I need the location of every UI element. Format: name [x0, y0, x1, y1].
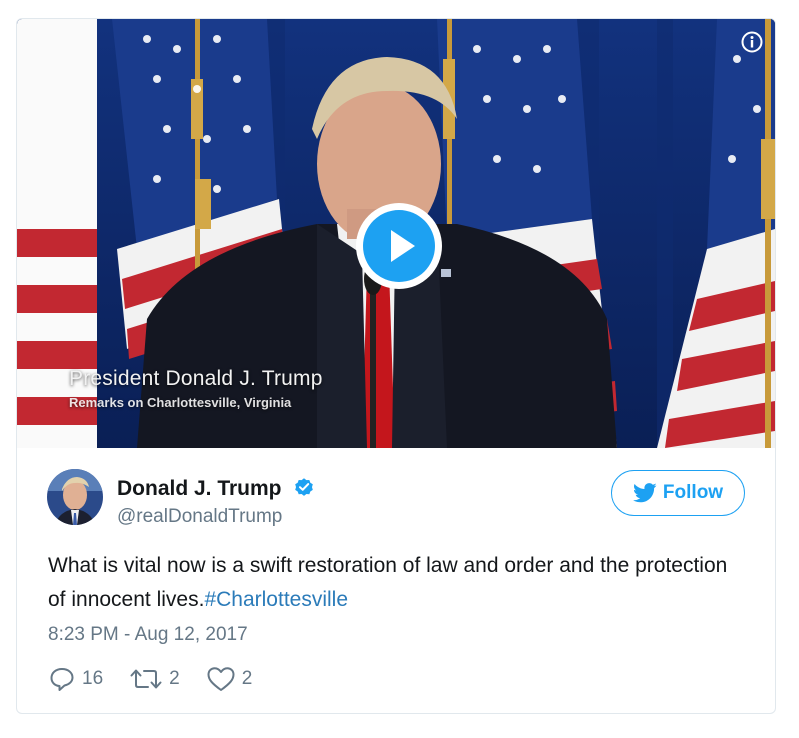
avatar[interactable]: [47, 469, 103, 525]
follow-label: Follow: [662, 482, 724, 503]
caption-subtitle: Remarks on Charlottesville, Virginia: [69, 395, 292, 410]
play-button-icon[interactable]: [354, 201, 444, 291]
tweet-timestamp[interactable]: 8:23 PM - Aug 12, 2017: [48, 624, 248, 646]
retweet-icon: [130, 669, 162, 689]
author-handle[interactable]: @realDonaldTrump: [117, 506, 282, 528]
follow-button[interactable]: Follow: [611, 470, 745, 516]
author-name[interactable]: Donald J. Trump: [117, 477, 282, 500]
verified-badge-icon: [295, 478, 314, 496]
video-caption: President Donald J. Trump Remarks on Cha…: [69, 367, 323, 410]
video-thumbnail[interactable]: President Donald J. Trump Remarks on Cha…: [17, 19, 775, 448]
like-count: 2: [241, 668, 253, 689]
author-name-row[interactable]: Donald J. Trump: [117, 476, 315, 501]
reply-icon: [50, 668, 74, 691]
caption-title: President Donald J. Trump: [69, 367, 323, 390]
tweet-text: What is vital now is a swift restoration…: [48, 549, 748, 617]
tweet-actions: 16 2 2: [48, 664, 278, 694]
heart-icon: [207, 667, 235, 691]
retweet-action[interactable]: 2: [129, 665, 180, 693]
retweet-count: 2: [169, 668, 180, 689]
hashtag-link[interactable]: #Charlottesville: [204, 588, 348, 611]
reply-action[interactable]: 16: [48, 665, 103, 693]
like-action[interactable]: 2: [206, 665, 253, 693]
info-circle-icon[interactable]: [741, 31, 763, 53]
tweet-body: What is vital now is a swift restoration…: [48, 554, 728, 611]
tweet-card: President Donald J. Trump Remarks on Cha…: [16, 18, 776, 714]
reply-count: 16: [82, 668, 104, 689]
twitter-bird-icon: [632, 483, 657, 503]
